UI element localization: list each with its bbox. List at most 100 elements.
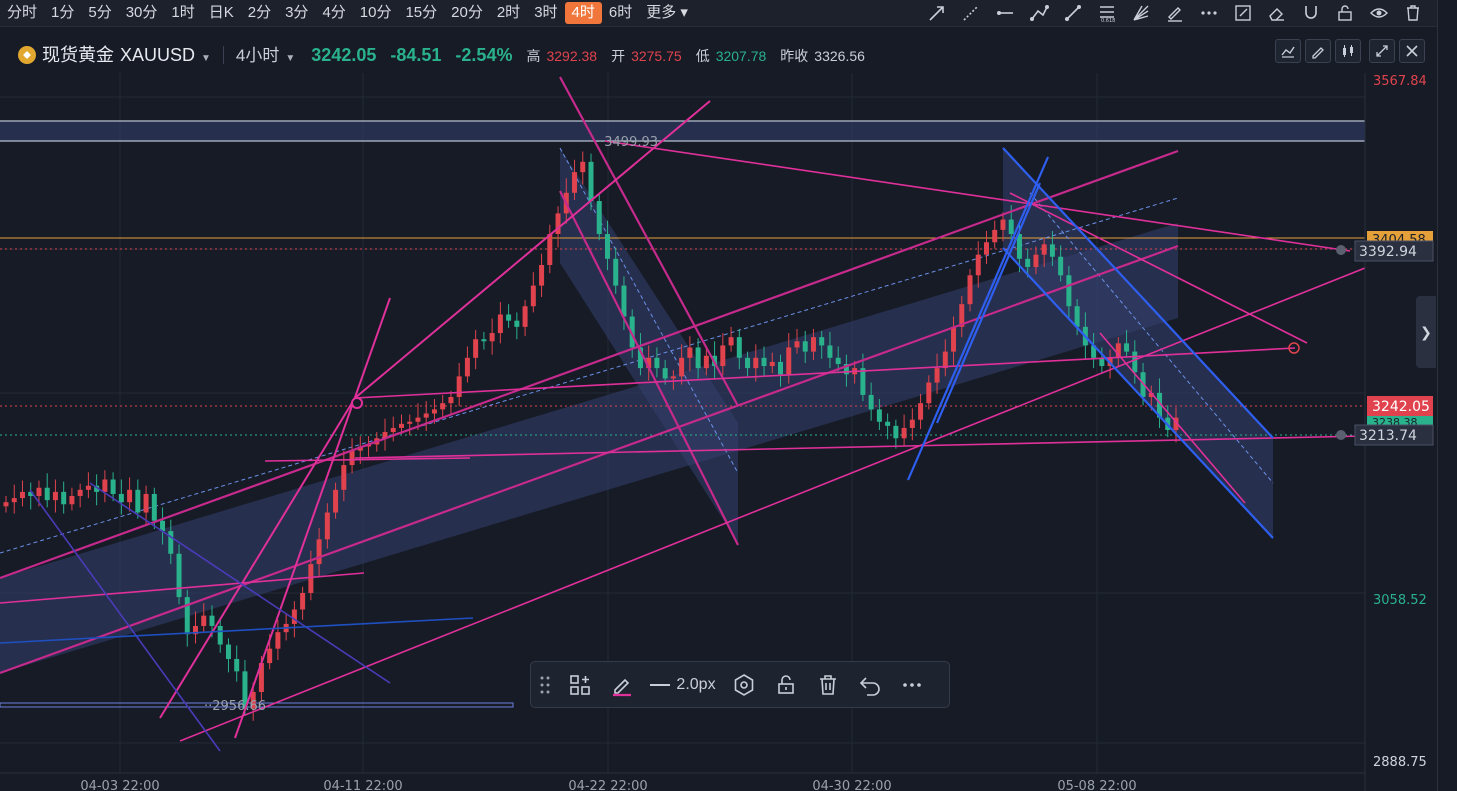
magnet-icon[interactable] <box>1299 2 1323 24</box>
eye-icon[interactable] <box>1367 2 1391 24</box>
candle-body <box>876 409 882 422</box>
prev-close-label: 昨收 <box>780 48 809 64</box>
eraser-icon[interactable] <box>1265 2 1289 24</box>
price-change: -84.51 <box>390 45 442 65</box>
candle-body <box>769 361 775 367</box>
timeframe-10[interactable]: 15分 <box>398 2 444 24</box>
timeframe-14[interactable]: 4时 <box>564 2 602 24</box>
candle-body <box>497 314 503 334</box>
drag-handle-icon[interactable] <box>531 662 559 707</box>
candle-body <box>168 531 174 554</box>
dashed-line-icon[interactable] <box>959 2 983 24</box>
line-width-icon <box>650 683 671 686</box>
polyline-icon[interactable] <box>1027 2 1051 24</box>
price-change-pct: -2.54% <box>455 45 513 65</box>
more-tools-icon[interactable] <box>1197 2 1221 24</box>
last-price: 3242.05 <box>311 45 377 65</box>
lock-icon[interactable] <box>1333 2 1357 24</box>
candle-body <box>506 314 512 321</box>
timeframe-13[interactable]: 3时 <box>527 2 564 24</box>
pencil-icon[interactable] <box>1305 39 1331 63</box>
fullscreen-icon[interactable] <box>1369 39 1395 63</box>
high-value: 3292.38 <box>546 48 598 64</box>
x-tick-label: 04-11 22:00 <box>323 779 402 791</box>
fan-icon[interactable] <box>1129 2 1153 24</box>
candle-body <box>407 421 413 424</box>
timeframe-2[interactable]: 5分 <box>81 2 118 24</box>
candle-body <box>885 421 891 426</box>
candle-body <box>786 347 792 375</box>
candle-body <box>1074 306 1080 327</box>
y-tick-label: 2888.75 <box>1373 755 1427 770</box>
candle-body <box>225 644 231 659</box>
period-selector[interactable]: 4小时 <box>236 41 279 66</box>
candle-body <box>209 615 215 626</box>
line-width-selector[interactable]: 2.0px <box>643 662 723 707</box>
add-template-icon[interactable] <box>559 662 601 707</box>
segment-icon[interactable] <box>1061 2 1085 24</box>
candle-body <box>613 258 619 286</box>
close-icon[interactable] <box>1399 39 1425 63</box>
candle-body <box>992 229 998 243</box>
price-tag-text: 3213.74 <box>1359 428 1417 444</box>
candle-body <box>514 320 520 327</box>
more-options-icon[interactable] <box>891 662 933 707</box>
high-label: 高 <box>526 48 541 64</box>
unlock-icon[interactable] <box>765 662 807 707</box>
open-value: 3275.75 <box>631 48 682 64</box>
high-annotation: ··3499.93 <box>596 135 658 150</box>
x-tick-label: 04-30 22:00 <box>812 779 891 791</box>
timeframe-9[interactable]: 10分 <box>353 2 399 24</box>
edit-icon[interactable] <box>1231 2 1255 24</box>
timeframe-6[interactable]: 2分 <box>241 2 278 24</box>
chevron-down-icon[interactable]: ▼ <box>285 53 295 64</box>
timeframe-5[interactable]: 日K <box>202 2 241 24</box>
candle-body <box>431 409 437 414</box>
timeframe-11[interactable]: 20分 <box>444 2 490 24</box>
candle-body <box>802 341 808 352</box>
timeframe-1[interactable]: 1分 <box>44 2 81 24</box>
settings-hex-icon[interactable] <box>723 662 765 707</box>
arrow-line-icon[interactable] <box>925 2 949 24</box>
symbol-code[interactable]: XAUUSD <box>120 45 195 66</box>
timeframe-15[interactable]: 6时 <box>602 2 639 24</box>
timeframe-3[interactable]: 30分 <box>119 2 165 24</box>
price-tag-text: 3392.94 <box>1359 244 1417 260</box>
candle-body <box>118 493 124 503</box>
candle-body <box>1000 219 1006 230</box>
prev-close-value: 3326.56 <box>814 48 865 64</box>
trash-icon[interactable] <box>1401 2 1425 24</box>
timeframe-7[interactable]: 3分 <box>278 2 315 24</box>
candle-body <box>728 337 734 346</box>
y-tick-label: 3567.84 <box>1373 74 1427 89</box>
trash-icon[interactable] <box>807 662 849 707</box>
timeframe-0[interactable]: 分时 <box>0 2 44 24</box>
fibonacci-icon[interactable]: 0.618 <box>1095 2 1119 24</box>
timeframe-16[interactable]: 更多 ▾ <box>639 2 695 24</box>
line-color-icon[interactable] <box>601 662 643 707</box>
candles-icon[interactable] <box>1335 39 1361 63</box>
candle-body <box>687 347 693 358</box>
timeframe-12[interactable]: 2时 <box>490 2 527 24</box>
symbol-name[interactable]: 现货黄金 <box>42 41 114 67</box>
candle-body <box>778 361 784 375</box>
candle-body <box>440 403 446 410</box>
side-panel <box>1437 0 1457 791</box>
candle-body <box>423 413 429 418</box>
chevron-down-icon[interactable]: ▼ <box>201 53 211 64</box>
expand-panel-button[interactable]: ❯ <box>1416 296 1436 368</box>
candle-body <box>522 306 528 327</box>
timeframe-8[interactable]: 4分 <box>315 2 352 24</box>
indicator-icon[interactable] <box>1275 39 1301 63</box>
candle-body <box>1132 351 1138 373</box>
candle-body <box>1049 244 1055 257</box>
svg-text:0.618: 0.618 <box>1101 18 1115 23</box>
candle-body <box>127 489 133 503</box>
horizontal-ray-icon[interactable] <box>993 2 1017 24</box>
candle-body <box>621 285 627 317</box>
candle-body <box>794 341 800 348</box>
timeframe-4[interactable]: 1时 <box>164 2 201 24</box>
candle-body <box>588 161 594 202</box>
undo-icon[interactable] <box>849 662 891 707</box>
brush-icon[interactable] <box>1163 2 1187 24</box>
